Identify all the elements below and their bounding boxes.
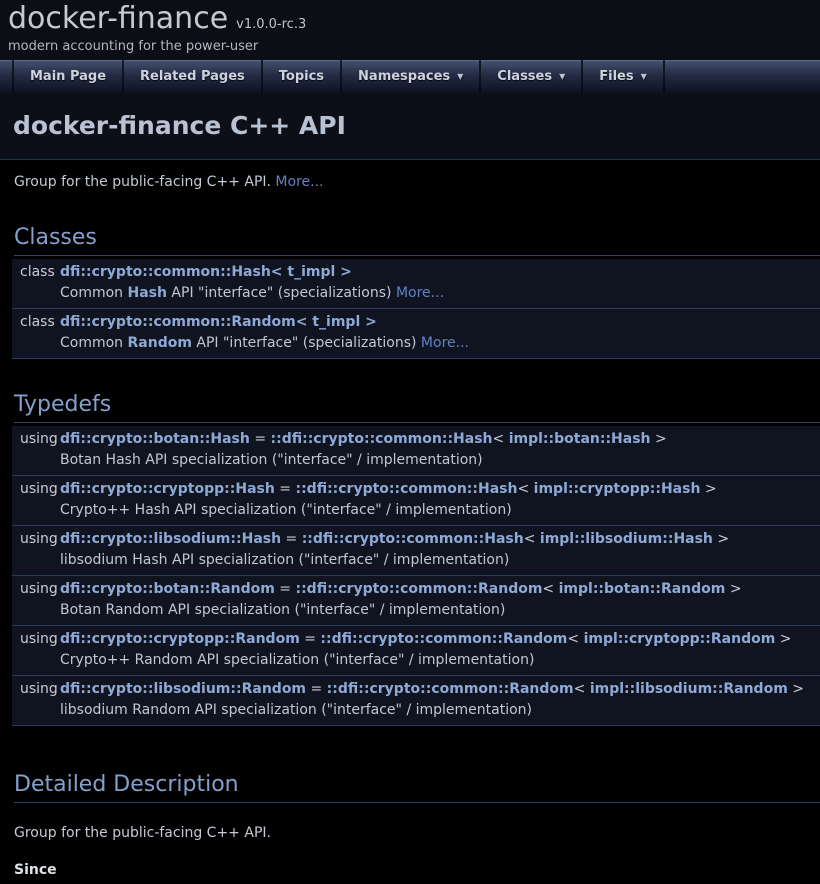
class-description: Common Random API "interface" (specializ… — [60, 333, 820, 359]
chevron-down-icon: ▼ — [559, 72, 565, 81]
project-brief: modern accounting for the power-user — [8, 39, 820, 54]
typedefs-table: using dfi::crypto::botan::Hash = ::dfi::… — [12, 426, 820, 726]
typedef-name-link[interactable]: dfi::crypto::cryptopp::Random — [60, 631, 300, 647]
typedef-name-link[interactable]: dfi::crypto::botan::Hash — [60, 431, 250, 447]
class-desc-row: Common Hash API "interface" (specializat… — [12, 283, 820, 309]
project-name-row: docker-finance v1.0.0-rc.3 — [8, 1, 820, 36]
typedef-description: libsodium Random API specialization ("in… — [60, 700, 820, 726]
typedef-name-link[interactable]: dfi::crypto::libsodium::Random — [60, 681, 306, 697]
since-label: Since — [14, 862, 820, 878]
typedef-desc-row: Crypto++ Random API specialization ("int… — [12, 650, 820, 676]
member-keyword: using — [12, 676, 60, 701]
typedef-description: libsodium Hash API specialization ("inte… — [60, 550, 820, 576]
typedef-target-link[interactable]: ::dfi::crypto::common::Random — [327, 681, 574, 697]
typedef-row: using dfi::crypto::cryptopp::Hash = ::df… — [12, 476, 820, 501]
typedef-row: using dfi::crypto::cryptopp::Random = ::… — [12, 626, 820, 651]
typedef-tparam-link[interactable]: impl::botan::Random — [559, 581, 726, 597]
typedef-tparam-link[interactable]: impl::libsodium::Hash — [540, 531, 713, 547]
nav-tab-label: Topics — [279, 69, 324, 84]
typedef-name-link[interactable]: dfi::crypto::cryptopp::Hash — [60, 481, 275, 497]
classes-heading: Classes — [14, 225, 820, 256]
class-name-link[interactable]: dfi::crypto::common::Random< t_impl > — [60, 314, 377, 330]
typedef-tparam-link[interactable]: impl::cryptopp::Random — [584, 631, 776, 647]
nav-tab-label: Classes — [497, 69, 552, 84]
typedef-desc-row: Botan Random API specialization ("interf… — [12, 600, 820, 626]
typedef-desc-row: Crypto++ Hash API specialization ("inter… — [12, 500, 820, 526]
nav-tab-classes[interactable]: Classes ▼ — [481, 60, 583, 93]
nav-tab-namespaces[interactable]: Namespaces ▼ — [342, 60, 481, 93]
typedef-name-link[interactable]: dfi::crypto::botan::Random — [60, 581, 275, 597]
typedef-target-link[interactable]: ::dfi::crypto::common::Random — [320, 631, 567, 647]
contents: Group for the public-facing C++ API. Mor… — [0, 160, 820, 884]
nav-tab-files[interactable]: Files ▼ — [583, 60, 665, 93]
project-name: docker-finance — [8, 1, 228, 36]
member-keyword: using — [12, 426, 60, 450]
typedef-row: using dfi::crypto::libsodium::Hash = ::d… — [12, 526, 820, 551]
since-section: Since docker-finance 1.0.0 — [14, 862, 820, 884]
member-keyword: using — [12, 526, 60, 551]
typedef-target-link[interactable]: ::dfi::crypto::common::Hash — [302, 531, 524, 547]
typedef-target-link[interactable]: ::dfi::crypto::common::Random — [295, 581, 542, 597]
member-keyword: class — [12, 309, 60, 334]
typedef-row: using dfi::crypto::botan::Hash = ::dfi::… — [12, 426, 820, 450]
member-keyword: using — [12, 476, 60, 501]
more-link[interactable]: More... — [275, 174, 323, 190]
typedef-tparam-link[interactable]: impl::botan::Hash — [509, 431, 651, 447]
detailed-description-text: Group for the public-facing C++ API. — [14, 825, 820, 841]
chevron-down-icon: ▼ — [641, 72, 647, 81]
typedef-description: Crypto++ Random API specialization ("int… — [60, 650, 820, 676]
intro-text: Group for the public-facing C++ API. — [14, 174, 271, 190]
nav-tab-main-page[interactable]: Main Page — [12, 60, 124, 93]
more-link[interactable]: More... — [396, 285, 444, 301]
typedef-desc-row: Botan Hash API specialization ("interfac… — [12, 450, 820, 476]
nav-tab-label: Files — [599, 69, 633, 84]
class-row: class dfi::crypto::common::Random< t_imp… — [12, 309, 820, 334]
typedef-description: Crypto++ Hash API specialization ("inter… — [60, 500, 820, 526]
typedef-desc-row: libsodium Random API specialization ("in… — [12, 700, 820, 726]
project-version: v1.0.0-rc.3 — [236, 17, 306, 32]
member-keyword: class — [12, 259, 60, 283]
typedef-desc-row: libsodium Hash API specialization ("inte… — [12, 550, 820, 576]
typedef-row: using dfi::crypto::libsodium::Random = :… — [12, 676, 820, 701]
member-keyword: using — [12, 576, 60, 601]
page-title: docker-finance C++ API — [13, 111, 807, 140]
nav-tab-related-pages[interactable]: Related Pages — [124, 60, 263, 93]
detailed-description-heading: Detailed Description — [14, 772, 820, 803]
main-nav: Main Page Related Pages Topics Namespace… — [0, 60, 820, 93]
page-header: docker-finance C++ API — [0, 93, 820, 160]
classes-table: class dfi::crypto::common::Hash< t_impl … — [12, 259, 820, 359]
member-keyword: using — [12, 626, 60, 651]
chevron-down-icon: ▼ — [457, 72, 463, 81]
typedef-tparam-link[interactable]: impl::cryptopp::Hash — [534, 481, 701, 497]
typedef-tparam-link[interactable]: impl::libsodium::Random — [590, 681, 788, 697]
nav-tab-label: Namespaces — [358, 69, 450, 84]
class-desc-link[interactable]: Random — [128, 335, 192, 351]
typedef-target-link[interactable]: ::dfi::crypto::common::Hash — [271, 431, 493, 447]
typedef-row: using dfi::crypto::botan::Random = ::dfi… — [12, 576, 820, 601]
typedef-name-link[interactable]: dfi::crypto::libsodium::Hash — [60, 531, 281, 547]
typedef-description: Botan Hash API specialization ("interfac… — [60, 450, 820, 476]
class-desc-link[interactable]: Hash — [128, 285, 167, 301]
nav-tab-topics[interactable]: Topics — [263, 60, 342, 93]
masthead: docker-finance v1.0.0-rc.3 modern account… — [0, 0, 820, 60]
class-row: class dfi::crypto::common::Hash< t_impl … — [12, 259, 820, 283]
nav-tab-label: Related Pages — [140, 69, 245, 84]
class-name-link[interactable]: dfi::crypto::common::Hash< t_impl > — [60, 264, 352, 280]
typedefs-heading: Typedefs — [14, 392, 820, 423]
nav-tab-label: Main Page — [30, 69, 106, 84]
typedef-description: Botan Random API specialization ("interf… — [60, 600, 820, 626]
class-desc-row: Common Random API "interface" (specializ… — [12, 333, 820, 359]
class-description: Common Hash API "interface" (specializat… — [60, 283, 820, 309]
typedef-target-link[interactable]: ::dfi::crypto::common::Hash — [295, 481, 517, 497]
more-link[interactable]: More... — [421, 335, 469, 351]
intro-paragraph: Group for the public-facing C++ API. Mor… — [14, 173, 820, 192]
